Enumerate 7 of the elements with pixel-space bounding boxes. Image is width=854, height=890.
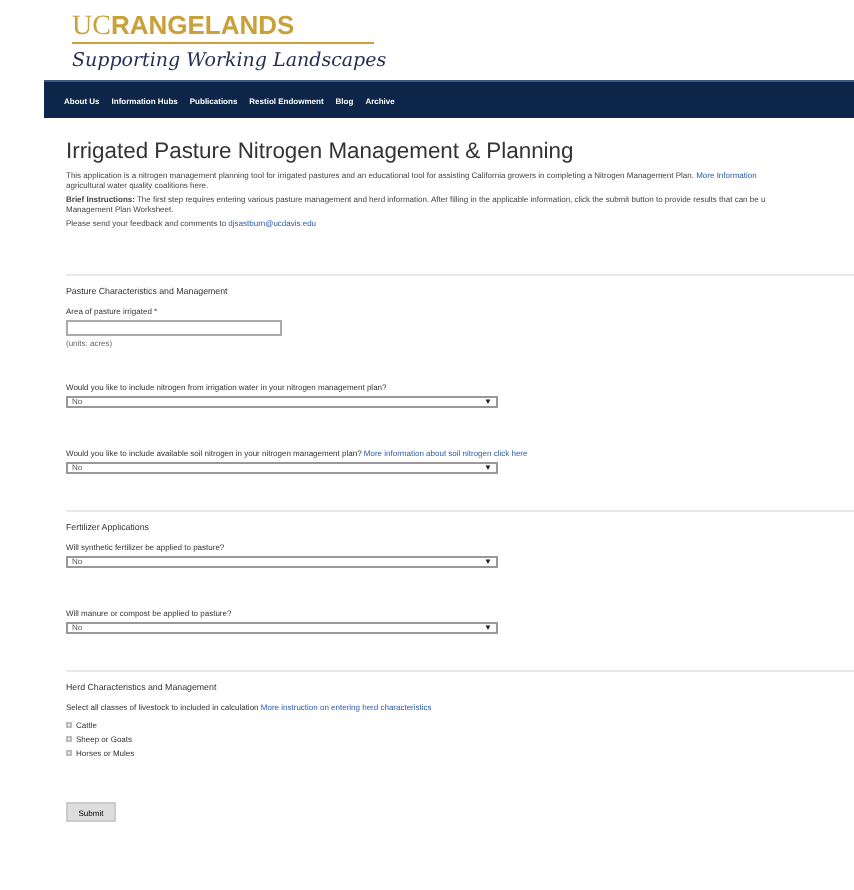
checkbox[interactable] <box>66 750 72 756</box>
logo-wordmark: UCRANGELANDS <box>72 12 374 44</box>
checkbox[interactable] <box>66 722 72 728</box>
input-field[interactable] <box>66 320 282 336</box>
logo-tagline: Supporting Working Landscapes <box>72 50 389 72</box>
checkbox[interactable] <box>66 736 72 742</box>
page-title: Irrigated Pasture Nitrogen Management & Planning <box>66 140 576 164</box>
